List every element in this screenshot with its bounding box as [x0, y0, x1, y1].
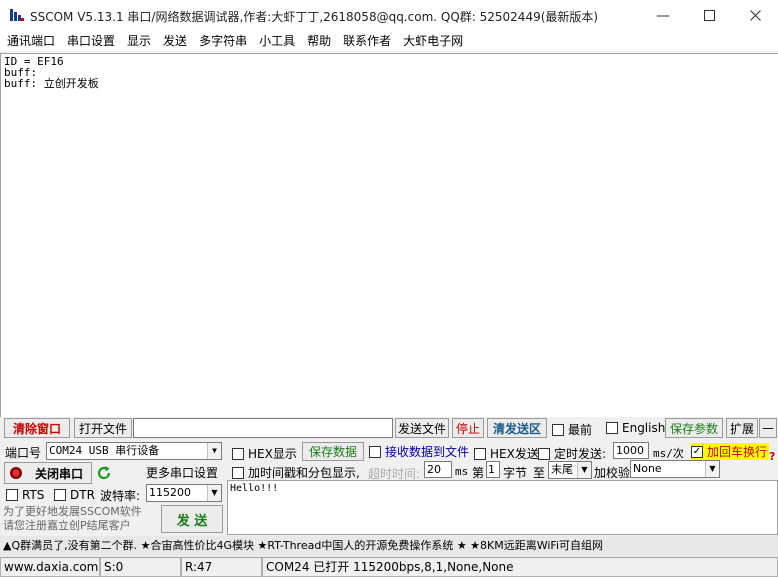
options-panel: HEX显示 保存数据 接收数据到文件 HEX发送 定时发送: 1000 ms/次…	[227, 440, 778, 481]
save-data-button[interactable]: 保存数据	[302, 442, 364, 461]
status-received-count: R:47	[181, 557, 262, 577]
send-button[interactable]: 发 送	[161, 505, 223, 533]
menu-item-serial-settings[interactable]: 串口设置	[61, 31, 121, 51]
menu-item-port[interactable]: 通讯端口	[0, 31, 61, 51]
refresh-icon[interactable]	[96, 465, 112, 481]
send-text: Hello!!!	[230, 483, 279, 494]
chevron-down-icon: ▼	[207, 485, 221, 501]
stop-button[interactable]: 停止	[452, 418, 484, 438]
rts-checkbox[interactable]: RTS	[6, 488, 44, 502]
add-crlf-checkbox[interactable]: ✓ 加回车换行	[691, 443, 770, 460]
checkbox-box[interactable]	[54, 489, 66, 501]
menu-item-contact[interactable]: 联系作者	[337, 31, 397, 51]
receive-line: buff: 立创开发板	[4, 77, 99, 90]
maximize-icon[interactable]	[686, 0, 732, 31]
to-label: 至	[533, 466, 546, 480]
timeout-unit: ms	[455, 465, 469, 478]
status-bar: www.daxia.com S:0 R:47 COM24 已打开 115200b…	[0, 557, 778, 577]
checkbox-box[interactable]: ✓	[691, 445, 703, 458]
sscom-app-icon	[10, 9, 24, 21]
ad-marquee[interactable]: ▲Q群满员了,没有第二个群. ★合宙高性价比4G模块 ★RT-Thread中国人…	[0, 536, 778, 556]
clear-window-button[interactable]: 清除窗口	[4, 418, 70, 438]
menu-bar: 通讯端口 串口设置 显示 发送 多字符串 小工具 帮助 联系作者 大虾电子网	[0, 31, 778, 51]
timestamp-checkbox[interactable]: 加时间戳和分包显示,	[232, 464, 360, 481]
byte-from-label: 第	[472, 466, 485, 480]
byte-from-input[interactable]: 1	[486, 461, 500, 478]
timed-send-checkbox[interactable]: 定时发送:	[538, 445, 606, 462]
menu-item-display[interactable]: 显示	[121, 31, 157, 51]
status-website[interactable]: www.daxia.com	[0, 557, 100, 577]
checkbox-box[interactable]	[552, 423, 564, 436]
timeout-input[interactable]: 20	[424, 461, 452, 478]
help-icon[interactable]: ?	[769, 450, 775, 463]
checkbox-box[interactable]	[232, 447, 244, 460]
status-port-state: COM24 已打开 115200bps,8,1,None,None	[262, 557, 778, 577]
port-panel: 端口号 COM24 USB 串行设备 ▼ 关闭串口 更多串口设置 RTS DTR…	[0, 440, 226, 535]
hex-send-checkbox[interactable]: HEX发送	[474, 445, 539, 462]
topmost-checkbox[interactable]: 最前	[552, 421, 592, 438]
save-params-button[interactable]: 保存参数	[665, 418, 723, 438]
menu-item-send[interactable]: 发送	[157, 31, 193, 51]
register-promo-text: 为了更好地发展SSCOM软件 请您注册嘉立创P结尾客户	[3, 505, 142, 532]
menu-item-help[interactable]: 帮助	[301, 31, 337, 51]
chevron-down-icon: ▼	[207, 443, 221, 459]
checkbox-box[interactable]	[6, 489, 18, 501]
file-path-input[interactable]	[133, 418, 393, 438]
more-settings-link[interactable]: 更多串口设置	[146, 464, 218, 481]
chevron-down-icon: ▼	[577, 462, 591, 478]
window-title: SSCOM V5.13.1 串口/网络数据调试器,作者:大虾丁丁,2618058…	[30, 10, 599, 24]
checkbox-box[interactable]	[369, 445, 381, 458]
baud-label: 波特率:	[100, 489, 141, 503]
title-bar: SSCOM V5.13.1 串口/网络数据调试器,作者:大虾丁丁,2618058…	[0, 0, 778, 31]
port-status-icon	[10, 467, 22, 479]
interval-unit: ms/次	[653, 447, 684, 460]
checksum-label: 加校验	[594, 466, 631, 480]
port-select[interactable]: COM24 USB 串行设备 ▼	[46, 442, 222, 460]
byte-to-select[interactable]: 末尾 ▼	[548, 461, 592, 479]
minimize-icon[interactable]: —	[640, 0, 686, 31]
clear-send-button[interactable]: 清发送区	[487, 418, 547, 438]
recv-to-file-checkbox[interactable]: 接收数据到文件	[369, 443, 469, 460]
close-port-button[interactable]: 关闭串口	[4, 462, 92, 484]
checkbox-box[interactable]	[232, 466, 244, 479]
file-toolbar: 清除窗口 打开文件 发送文件 停止 清发送区 最前 English 保存参数 扩…	[0, 417, 778, 439]
expand-button[interactable]: 扩展	[726, 418, 758, 438]
port-label: 端口号	[5, 446, 42, 460]
menu-item-tools[interactable]: 小工具	[253, 31, 301, 51]
checkbox-box[interactable]	[606, 422, 618, 434]
menu-item-multi-string[interactable]: 多字符串	[193, 31, 253, 51]
interval-input[interactable]: 1000	[613, 442, 649, 459]
chevron-down-icon: ▼	[705, 461, 719, 477]
byte-label: 字节	[503, 466, 528, 480]
receive-textarea[interactable]: ID = EF16 buff: buff: 立创开发板	[0, 53, 778, 417]
menu-item-website[interactable]: 大虾电子网	[397, 31, 469, 51]
collapse-button[interactable]: —	[759, 418, 777, 438]
baud-select[interactable]: 115200 ▼	[146, 484, 222, 502]
english-checkbox[interactable]: English	[606, 421, 665, 435]
close-icon[interactable]	[732, 0, 778, 31]
status-sent-count: S:0	[100, 557, 181, 577]
dtr-checkbox[interactable]: DTR	[54, 488, 95, 502]
checkbox-box[interactable]	[538, 447, 550, 460]
checkbox-box[interactable]	[474, 447, 486, 460]
hex-display-checkbox[interactable]: HEX显示	[232, 445, 297, 462]
send-textarea[interactable]: Hello!!!	[227, 480, 778, 535]
checksum-select[interactable]: None ▼	[630, 460, 720, 478]
send-file-button[interactable]: 发送文件	[395, 418, 449, 438]
open-file-button[interactable]: 打开文件	[74, 418, 132, 438]
